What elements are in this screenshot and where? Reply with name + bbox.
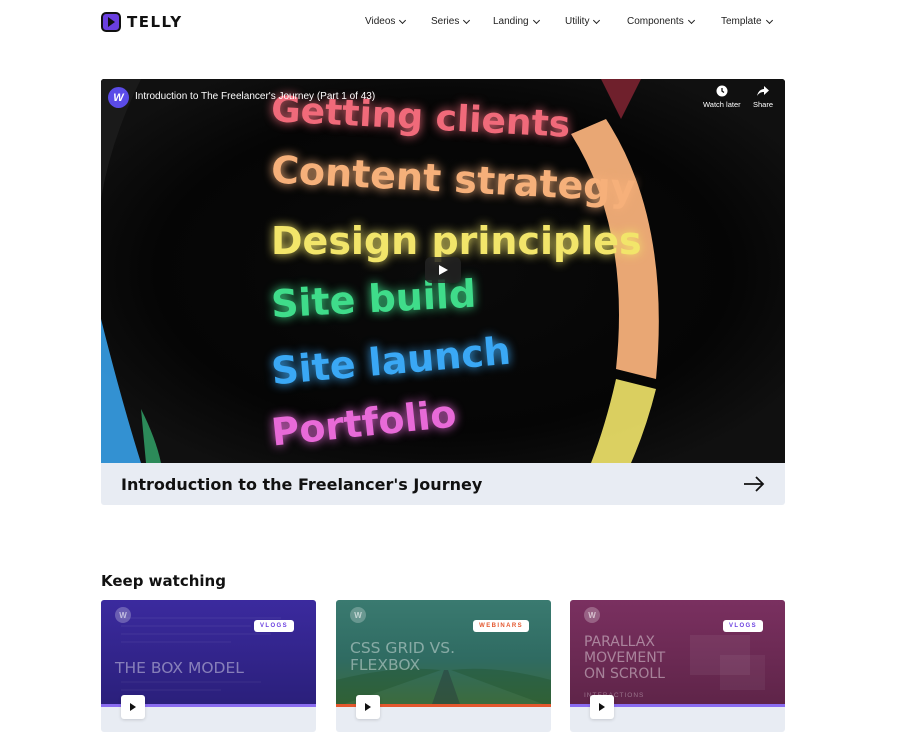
nav-item-utility[interactable]: Utility [565, 16, 601, 27]
clock-icon [716, 85, 728, 97]
category-badge: VLOGS [722, 620, 763, 632]
card-title: CSS GRID VS. FLEXBOX [350, 640, 455, 674]
nav-label: Template [721, 16, 762, 27]
play-logo-icon [101, 12, 121, 32]
card-thumbnail: W VLOGS PARALLAX MOVEMENT ON SCROLL INTE… [570, 600, 785, 707]
nav-item-landing[interactable]: Landing [493, 16, 540, 27]
code-lines-graphic [121, 617, 281, 691]
watch-later-label: Watch later [703, 100, 741, 109]
brand-name: TELLY [127, 13, 183, 31]
card-title: PARALLAX MOVEMENT ON SCROLL [584, 634, 665, 682]
share-button[interactable]: Share [753, 85, 773, 109]
nav-label: Components [627, 16, 684, 27]
section-title: Keep watching [101, 572, 226, 590]
card-title-line: ON SCROLL [584, 666, 665, 682]
arrow-right-icon[interactable] [743, 476, 765, 492]
nav-item-videos[interactable]: Videos [365, 16, 407, 27]
video-card[interactable]: W WEBINARS CSS GRID VS. FLEXBOX [336, 600, 551, 732]
category-badge: WEBINARS [473, 620, 529, 632]
nav-label: Videos [365, 16, 396, 27]
nav-item-series[interactable]: Series [431, 16, 471, 27]
channel-avatar: W [115, 607, 131, 623]
card-title-line: THE BOX MODEL [115, 659, 244, 677]
nav-label: Utility [565, 16, 590, 27]
chevron-down-icon [532, 16, 540, 24]
card-thumbnail: W WEBINARS CSS GRID VS. FLEXBOX [336, 600, 551, 707]
chevron-down-icon [463, 16, 471, 24]
nav-item-components[interactable]: Components [627, 16, 695, 27]
site-header: TELLY Videos Series Landing Utility Comp… [0, 0, 900, 46]
chevron-down-icon [687, 16, 695, 24]
card-title-line: FLEXBOX [350, 656, 421, 674]
share-icon [757, 86, 769, 96]
card-play-button[interactable] [590, 695, 614, 719]
video-card[interactable]: W VLOGS PARALLAX MOVEMENT ON SCROLL INTE… [570, 600, 785, 732]
card-play-button[interactable] [356, 695, 380, 719]
card-title-line: CSS GRID VS. [350, 639, 456, 657]
card-play-button[interactable] [121, 695, 145, 719]
card-thumbnail: W VLOGS THE BOX MODEL [101, 600, 316, 707]
channel-avatar[interactable]: W [108, 87, 129, 108]
chevron-down-icon [765, 16, 773, 24]
watch-later-button[interactable]: Watch later [703, 85, 741, 109]
card-title-line: PARALLAX [584, 634, 655, 650]
card-title: THE BOX MODEL [115, 660, 244, 677]
hero-caption-bar[interactable]: Introduction to the Freelancer's Journey [101, 463, 785, 505]
nav-label: Landing [493, 16, 529, 27]
channel-avatar: W [584, 607, 600, 623]
category-badge: VLOGS [253, 620, 294, 632]
channel-avatar: W [350, 607, 366, 623]
video-card[interactable]: W VLOGS THE BOX MODEL [101, 600, 316, 732]
chevron-down-icon [593, 16, 601, 24]
nav-label: Series [431, 16, 460, 27]
play-button[interactable] [425, 257, 461, 283]
chevron-down-icon [399, 16, 407, 24]
hero-caption-title: Introduction to the Freelancer's Journey [121, 475, 483, 494]
nav-item-template[interactable]: Template [721, 16, 773, 27]
card-title-line: MOVEMENT [584, 650, 666, 666]
video-player[interactable]: Getting clients Content strategy Design … [101, 79, 785, 463]
brand-logo[interactable]: TELLY [101, 12, 183, 32]
share-label: Share [753, 100, 774, 109]
video-title[interactable]: Introduction to The Freelancer's Journey… [135, 91, 375, 102]
